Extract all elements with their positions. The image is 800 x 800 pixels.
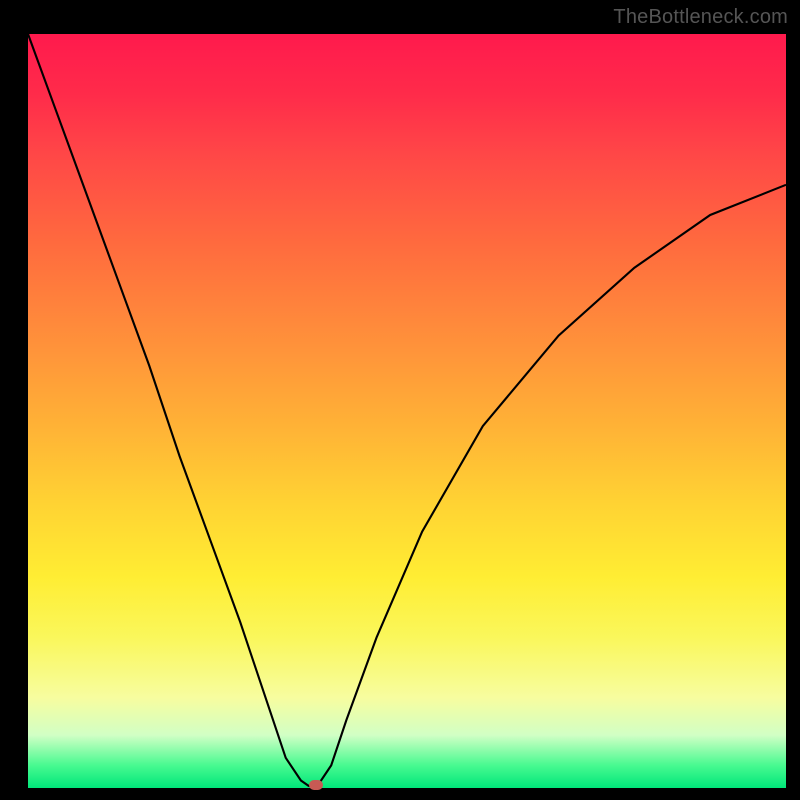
bottleneck-curve — [28, 34, 786, 788]
watermark-text: TheBottleneck.com — [613, 6, 788, 29]
bottleneck-marker — [309, 780, 323, 790]
curve-path — [28, 34, 786, 788]
chart-frame: TheBottleneck.com — [0, 0, 800, 800]
